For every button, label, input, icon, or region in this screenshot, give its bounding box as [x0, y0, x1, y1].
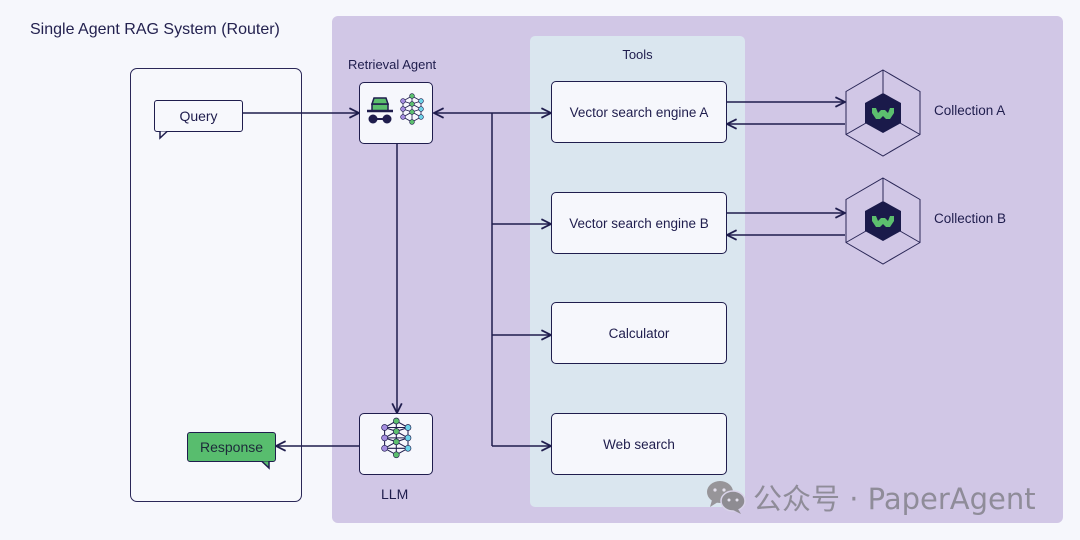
weaviate-database-icon	[845, 69, 921, 157]
response-bubble-tail	[261, 460, 270, 470]
wechat-icon	[707, 481, 746, 514]
weaviate-database-icon	[845, 177, 921, 265]
watermark-text: 公众号 · PaperAgent	[753, 482, 1036, 516]
connectors-layer	[159, 69, 921, 470]
query-bubble-tail	[159, 130, 168, 140]
watermark: 公众号 · PaperAgent	[705, 476, 1036, 518]
